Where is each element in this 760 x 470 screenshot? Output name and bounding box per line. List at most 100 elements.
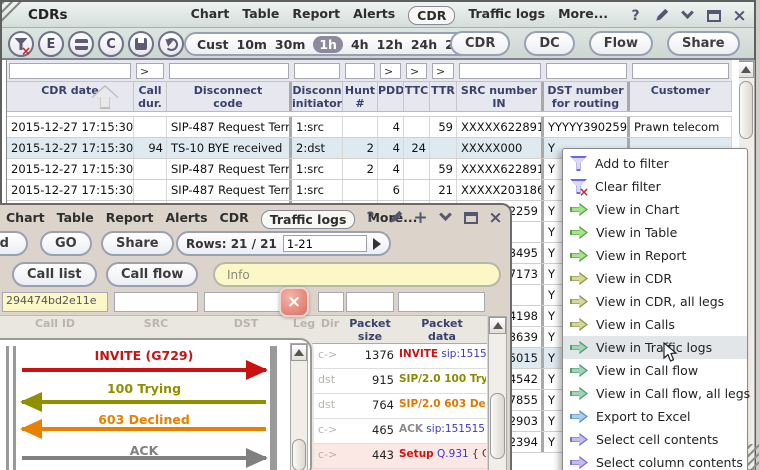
export-icon[interactable]: E (38, 31, 64, 57)
menu-item-select-column-contents[interactable]: Select column contents (563, 451, 747, 470)
column-filter-input[interactable] (9, 63, 131, 79)
menu-item-alerts[interactable]: Alerts (353, 6, 395, 25)
close-button[interactable]: × (279, 287, 309, 317)
column-header-src[interactable]: SRC (112, 317, 200, 330)
column-header-ttr[interactable]: TTR (430, 82, 457, 111)
share-button[interactable]: Share (666, 31, 740, 56)
column-header-packet[interactable]: Packet size (344, 317, 396, 343)
menu-item-cdr[interactable]: CDR (408, 6, 456, 25)
menu-item-traffic-logs[interactable]: Traffic logs (260, 210, 356, 229)
tab-call-flow[interactable]: Call flow (106, 262, 199, 287)
time-range-12h[interactable]: 12h (377, 37, 403, 52)
scroll-up-icon[interactable] (489, 317, 506, 334)
next-page-icon[interactable] (372, 237, 381, 250)
column-header-disconnect[interactable]: Disconnect code (167, 82, 292, 111)
rows-icon[interactable] (68, 31, 94, 57)
column-filter-input[interactable]: > (136, 63, 164, 79)
chevron-down-icon[interactable] (437, 208, 454, 226)
column-header-dst-number[interactable]: DST number for routing (544, 82, 630, 111)
column-header-pdd[interactable]: PDD (378, 82, 404, 111)
menu-item-view-in-report[interactable]: View in Report (563, 244, 747, 267)
menu-item-view-in-traffic-logs[interactable]: View in Traffic logs (563, 336, 747, 359)
column-header-hunt[interactable]: Hunt # (343, 82, 378, 111)
menu-item-view-in-table[interactable]: View in Table (563, 221, 747, 244)
src-filter-input[interactable] (114, 292, 198, 312)
time-range-24h[interactable]: 24h (411, 37, 437, 52)
time-range-fragment[interactable]: -3d (0, 231, 28, 256)
scrollbar-thumb[interactable] (490, 393, 505, 459)
scrollbar-thumb[interactable] (292, 439, 306, 470)
columns-icon[interactable]: C (98, 31, 124, 57)
column-filter-input[interactable] (546, 63, 627, 79)
menu-item-cdr[interactable]: CDR (220, 210, 249, 229)
menu-item-chart[interactable]: Chart (6, 210, 45, 229)
menu-item-add-to-filter[interactable]: Add to filter (563, 152, 747, 175)
menu-item-clear-filter[interactable]: × Clear filter (563, 175, 747, 198)
column-filter-input[interactable] (632, 63, 729, 79)
menu-item-select-cell-contents[interactable]: Select cell contents (563, 428, 747, 451)
menu-item-chart[interactable]: Chart (191, 6, 230, 25)
column-header-dir[interactable]: Dir (314, 317, 346, 330)
dir-filter-input[interactable] (318, 292, 344, 312)
traffic-table-scrollbar[interactable] (488, 316, 507, 470)
chevron-down-icon[interactable] (679, 6, 696, 24)
menu-item-view-in-chart[interactable]: View in Chart (563, 198, 747, 221)
scroll-up-icon[interactable] (291, 344, 307, 361)
column-filter-input[interactable]: > (380, 63, 401, 79)
close-icon[interactable]: × (731, 6, 748, 26)
menu-item-view-in-call-flow[interactable]: View in Call flow (563, 359, 747, 382)
edit-icon[interactable] (653, 7, 670, 24)
menu-item-table[interactable]: Table (242, 6, 279, 25)
column-header-packet[interactable]: Packet data (398, 317, 486, 343)
scroll-up-icon[interactable] (738, 61, 754, 78)
rows-range-input[interactable] (282, 235, 367, 252)
menu-item-traffic-logs[interactable]: Traffic logs (468, 6, 545, 25)
column-filter-input[interactable] (294, 63, 340, 79)
column-filter-input[interactable]: > (406, 63, 427, 79)
close-icon[interactable]: × (487, 208, 504, 228)
flow-button[interactable]: Flow (588, 31, 653, 56)
time-range-30m[interactable]: 30m (275, 37, 305, 52)
add-icon[interactable]: + (412, 208, 429, 228)
time-range-cust[interactable]: Cust (197, 37, 229, 52)
refresh-icon[interactable] (158, 31, 184, 57)
window-icon[interactable] (705, 7, 722, 24)
time-range-10m[interactable]: 10m (237, 37, 267, 52)
call-id-filter-input[interactable]: 294474bd2e11e (2, 292, 108, 312)
dst-filter-input[interactable] (204, 292, 288, 312)
packet-size-filter-input[interactable] (346, 292, 394, 312)
table-row[interactable]: 2015-12-27 17:15:30 SIP-487 Request Terr 1… (7, 117, 732, 138)
call-flow-scrollbar[interactable] (290, 343, 308, 470)
info-field[interactable]: Info (213, 262, 501, 287)
cdr-button[interactable]: CDR (450, 31, 511, 56)
edit-icon[interactable] (387, 209, 404, 226)
window-icon[interactable] (462, 209, 479, 226)
clear-filter-icon[interactable]: × (8, 31, 34, 57)
menu-item-view-in-cdr-all-legs[interactable]: View in CDR, all legs (563, 290, 747, 313)
menu-item-export-to-excel[interactable]: Export to Excel (563, 405, 747, 428)
time-range-4h[interactable]: 4h (351, 37, 369, 52)
column-filter-input[interactable] (345, 63, 375, 79)
menu-item-report[interactable]: Report (106, 210, 154, 229)
packet-data-filter-input[interactable] (398, 292, 485, 312)
column-header-ttc[interactable]: TTC (404, 82, 430, 111)
resize-grip-topleft-icon[interactable] (2, 2, 24, 24)
menu-item-alerts[interactable]: Alerts (166, 210, 208, 229)
menu-item-report[interactable]: Report (292, 6, 340, 25)
column-header-src-number[interactable]: SRC number IN (457, 82, 544, 111)
tab-call-list[interactable]: Call list (12, 262, 97, 287)
column-header-customer[interactable]: Customer (630, 82, 732, 111)
menu-item-table[interactable]: Table (57, 210, 94, 229)
sort-ascending-icon[interactable] (91, 85, 119, 109)
dc-button[interactable]: DC (524, 31, 575, 56)
column-header-leg[interactable]: Leg (292, 317, 316, 330)
go-button[interactable]: GO (40, 231, 92, 256)
column-header-dst[interactable]: DST (202, 317, 290, 330)
menu-item-view-in-cdr[interactable]: View in CDR (563, 267, 747, 290)
menu-item-view-in-calls[interactable]: View in Calls (563, 313, 747, 336)
column-filter-input[interactable]: > (432, 63, 454, 79)
menu-item-more[interactable]: More... (558, 6, 608, 25)
help-icon[interactable]: ? (362, 209, 379, 226)
share-button[interactable]: Share (101, 231, 174, 256)
menu-item-view-in-call-flow-all-legs[interactable]: View in Call flow, all legs (563, 382, 750, 405)
